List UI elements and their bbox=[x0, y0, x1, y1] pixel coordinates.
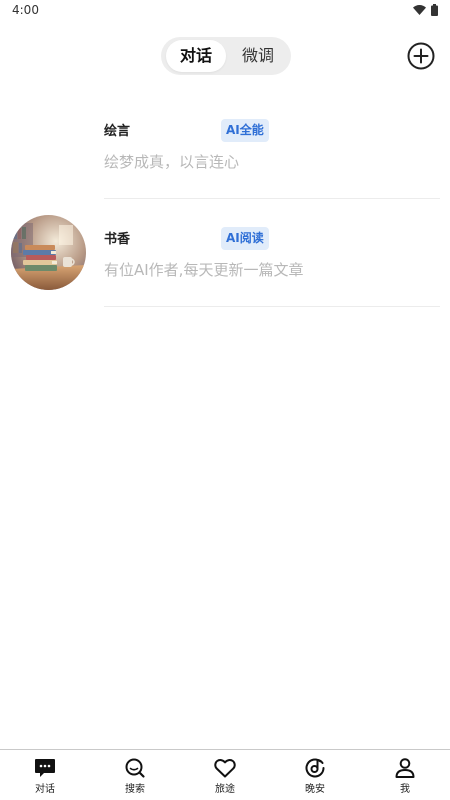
chat-bubble-icon bbox=[33, 757, 57, 779]
nav-item-chat[interactable]: 对话 bbox=[0, 750, 90, 800]
books-illustration bbox=[11, 215, 86, 290]
avatar[interactable] bbox=[11, 215, 86, 290]
nav-item-search[interactable]: 搜索 bbox=[90, 750, 180, 800]
bottom-nav: 对话 搜索 旅途 晚安 我 bbox=[0, 749, 450, 800]
chat-item-name: 绘言 bbox=[104, 124, 131, 139]
chat-item-badge: AI阅读 bbox=[221, 227, 269, 250]
chat-item-description: 绘梦成真，以言连心 bbox=[104, 153, 240, 171]
user-icon bbox=[393, 757, 417, 779]
plus-circle-icon bbox=[407, 42, 435, 70]
chat-item-name: 书香 bbox=[104, 232, 131, 247]
conversation-mode-switch: 对话 微调 bbox=[161, 37, 291, 75]
nav-label: 我 bbox=[400, 784, 410, 795]
nav-item-me[interactable]: 我 bbox=[360, 750, 450, 800]
status-icons bbox=[413, 4, 438, 16]
chat-item-badge: AI全能 bbox=[221, 119, 269, 142]
battery-icon bbox=[431, 4, 438, 16]
add-button[interactable] bbox=[407, 42, 435, 70]
nav-label: 对话 bbox=[35, 784, 55, 795]
chat-item-huiyan[interactable]: 绘言 AI全能 绘梦成真，以言连心 bbox=[0, 91, 450, 199]
chat-item-shuxiang[interactable]: 书香 AI阅读 有位AI作者,每天更新一篇文章 bbox=[0, 199, 450, 307]
tab-finetune[interactable]: 微调 bbox=[228, 40, 288, 72]
nav-item-journey[interactable]: 旅途 bbox=[180, 750, 270, 800]
wifi-icon bbox=[413, 5, 426, 15]
nav-label: 晚安 bbox=[305, 784, 325, 795]
app-screen: 4:00 对话 微调 绘言 AI全能 绘梦成真，以言连心 书香 AI阅读 有位A… bbox=[0, 0, 450, 800]
divider bbox=[104, 306, 440, 307]
nav-label: 旅途 bbox=[215, 784, 235, 795]
nav-item-goodnight[interactable]: 晚安 bbox=[270, 750, 360, 800]
search-icon bbox=[123, 757, 147, 779]
music-disc-icon bbox=[303, 757, 327, 779]
chat-item-description: 有位AI作者,每天更新一篇文章 bbox=[104, 261, 304, 279]
heart-icon bbox=[213, 757, 237, 779]
status-time: 4:00 bbox=[12, 3, 39, 17]
nav-label: 搜索 bbox=[125, 784, 145, 795]
tab-chat[interactable]: 对话 bbox=[166, 40, 226, 72]
status-bar: 4:00 bbox=[0, 0, 450, 22]
